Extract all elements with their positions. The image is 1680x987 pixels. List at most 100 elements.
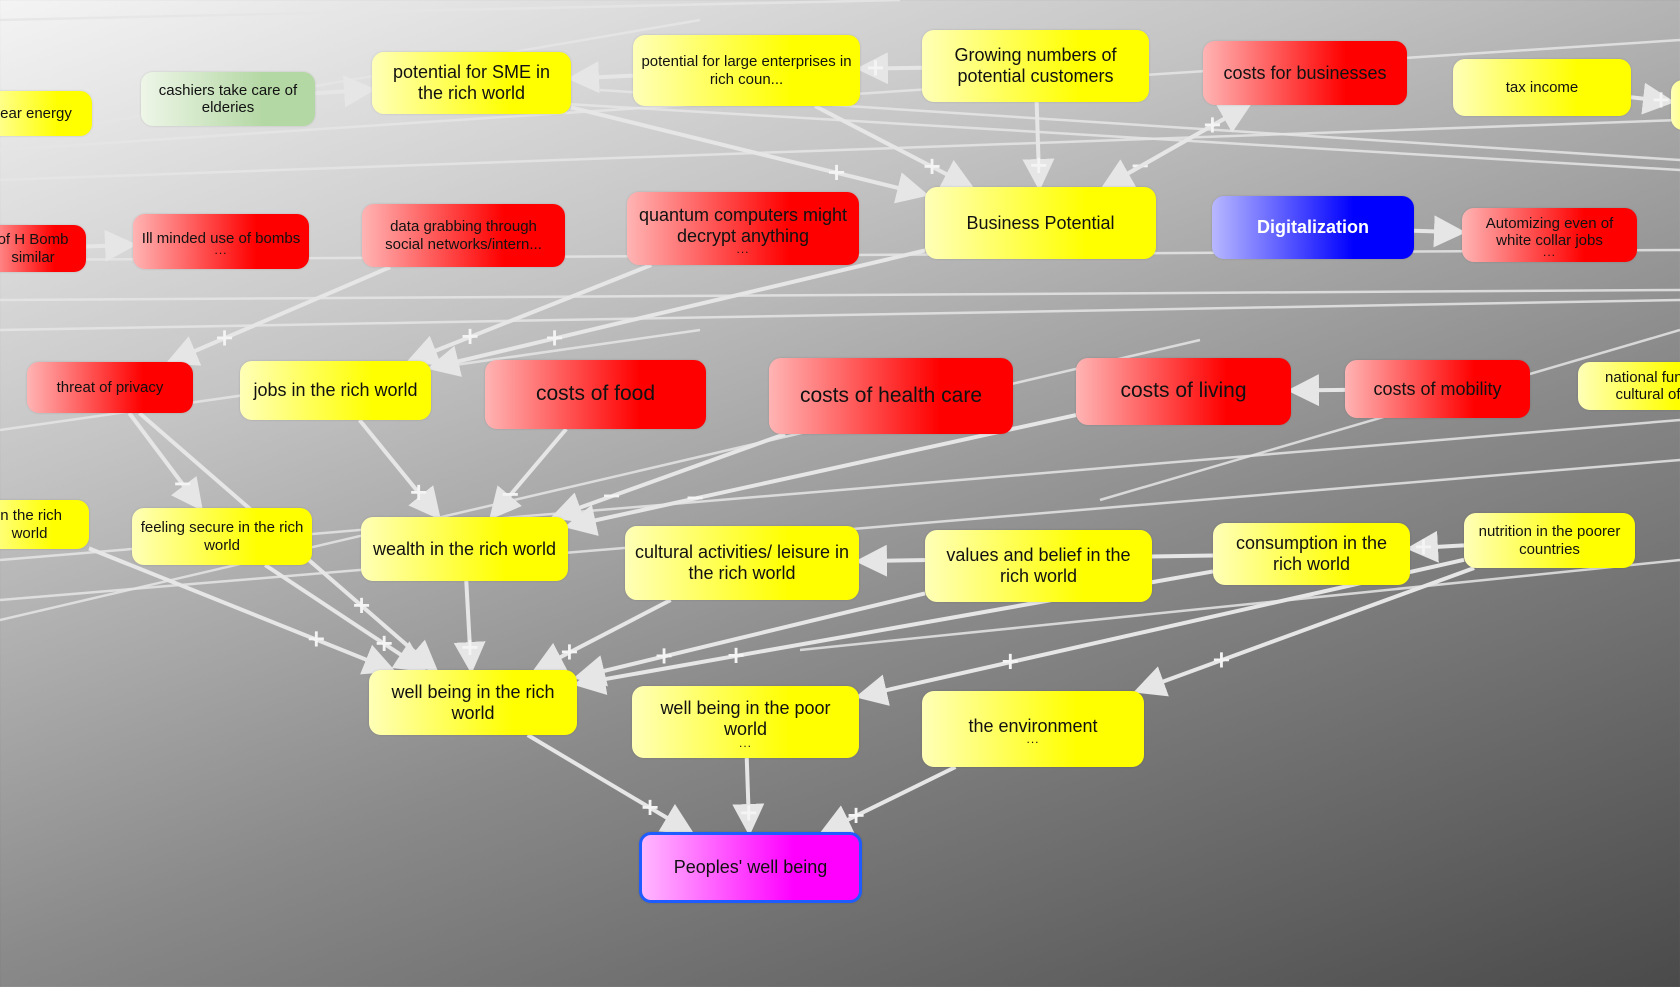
node-secure[interactable]: feeling secure in the rich world [132,508,312,565]
polarity-label: + [559,638,579,666]
node-label: nutrition in the poorer countries [1478,523,1621,558]
more-indicator[interactable]: ... [214,244,227,256]
node-bizpot[interactable]: Business Potential [925,187,1156,259]
node-wealth[interactable]: wealth in the rich world [361,517,568,581]
node-automizing[interactable]: Automizing even of white collar jobs... [1462,208,1637,262]
node-cashiers[interactable]: cashiers take care of elderies [141,72,315,126]
polarity-label: + [351,591,371,619]
edge-sme-bizpot[interactable] [570,105,929,204]
node-inrich[interactable]: in the rich world [0,500,89,549]
polarity-label: + [460,322,480,350]
edge-bizpot-costbiz[interactable] [1102,103,1253,189]
node-datagrab[interactable]: data grabbing through social networks/in… [362,204,565,267]
edge-quantum-jobs[interactable] [405,263,652,366]
node-label: feeling secure in the rich world [140,519,304,554]
polarity-label: + [460,633,480,661]
node-label: in the rich world [0,507,63,542]
node-label: Business Potential [966,212,1115,233]
polarity-label: + [726,641,746,669]
edge-bizpot-jobs[interactable] [427,248,926,377]
node-mobility[interactable]: costs of mobility [1345,360,1530,418]
edge-inrich-wbrich[interactable] [88,546,396,675]
node-label: jobs in the rich world [253,380,418,401]
node-tax[interactable]: tax income [1453,59,1631,116]
node-hbomb[interactable]: of H Bomb similar [0,225,86,272]
polarity-label: + [1211,645,1231,673]
polarity-label: + [1000,647,1020,675]
node-label: Growing numbers of potential customers [954,45,1117,86]
node-large[interactable]: potential for large enterprises in rich … [633,35,860,106]
more-indicator[interactable]: ... [1543,246,1556,258]
node-label: well being in the rich world [391,681,555,723]
polarity-label: + [544,323,564,351]
node-label: national fund cultural of [1605,368,1680,403]
node-label: potential for SME in the rich world [392,62,551,103]
edge-cashiers-sme[interactable] [314,75,376,108]
polarity-label: + [846,801,866,829]
node-costbiz[interactable]: costs for businesses [1203,41,1407,105]
more-indicator[interactable]: ... [736,243,749,255]
node-label: of H Bomb similar [0,231,69,266]
edge-digital-automizing[interactable] [1413,215,1466,248]
node-label: cashiers take care of elderies [158,81,298,116]
node-label: Automizing even of white collar jobs [1485,214,1614,249]
node-quantum[interactable]: quantum computers might decrypt anything… [627,192,859,265]
node-label: costs for businesses [1223,62,1387,83]
polarity-label: − [601,481,621,509]
node-label: well being in the poor world [660,698,831,739]
edge-large-sme[interactable] [567,61,634,94]
node-consumption[interactable]: consumption in the rich world [1213,523,1410,585]
node-label: costs of health care [799,383,983,407]
polarity-label: + [922,152,942,180]
polarity-label: + [1651,86,1671,114]
node-label: values and belief in the rich world [946,545,1131,586]
node-label: consumption in the rich world [1235,533,1388,574]
node-label: costs of mobility [1373,378,1502,399]
polarity-label: + [865,53,885,81]
node-living[interactable]: costs of living [1076,358,1291,425]
polarity-label: + [306,625,326,653]
node-growing[interactable]: Growing numbers of potential customers [922,30,1149,102]
edge-nutrition-environment[interactable] [1133,566,1475,697]
node-label: threat of privacy [56,378,164,396]
node-nuclear[interactable]: ear energy [0,91,92,136]
node-privacy[interactable]: threat of privacy [27,362,193,413]
node-values[interactable]: values and belief in the rich world [925,530,1152,602]
node-national[interactable]: national fund cultural of [1578,362,1680,410]
polarity-label: + [374,629,394,657]
edge-hbomb-illminded[interactable] [85,229,137,262]
node-health[interactable]: costs of health care [769,358,1013,434]
node-illminded[interactable]: Ill minded use of bombs... [133,214,309,269]
edge-mobility-living[interactable] [1287,374,1346,407]
edge-datagrab-privacy[interactable] [165,265,392,366]
node-jobs[interactable]: jobs in the rich world [240,361,431,420]
node-label: quantum computers might decrypt anything [638,204,848,246]
polarity-label: + [214,323,234,351]
node-label: wealth in the rich world [372,538,557,559]
polarity-label: − [173,469,193,497]
node-food[interactable]: costs of food [485,360,706,429]
connection-line [0,288,1680,302]
node-wbpoor[interactable]: well being in the poor world... [632,686,859,758]
node-label: ear energy [0,104,72,122]
node-wbrich[interactable]: well being in the rich world [369,670,577,735]
node-edge1[interactable] [1671,80,1680,130]
node-digital[interactable]: Digitalization [1212,196,1414,259]
node-environment[interactable]: the environment... [922,691,1144,767]
more-indicator[interactable]: ... [739,737,752,749]
node-label: Digitalization [1257,217,1369,238]
polarity-label: + [640,793,660,821]
node-nutrition[interactable]: nutrition in the poorer countries [1464,513,1635,568]
edge-values-wbrich[interactable] [573,591,926,687]
node-cultural[interactable]: cultural activities/ leisure in the rich… [625,526,859,600]
polarity-label: + [739,799,759,827]
node-label: potential for large enterprises in rich … [641,53,852,88]
node-sme[interactable]: potential for SME in the rich world [372,52,571,114]
node-label: Peoples' well being [673,857,828,878]
more-indicator[interactable]: ... [1026,733,1039,745]
node-label: data grabbing through social networks/in… [385,218,542,253]
node-peoples[interactable]: Peoples' well being [639,832,862,903]
edge-environment-peoples[interactable] [819,765,957,835]
polarity-label: + [654,641,674,669]
polarity-label: − [685,484,705,512]
